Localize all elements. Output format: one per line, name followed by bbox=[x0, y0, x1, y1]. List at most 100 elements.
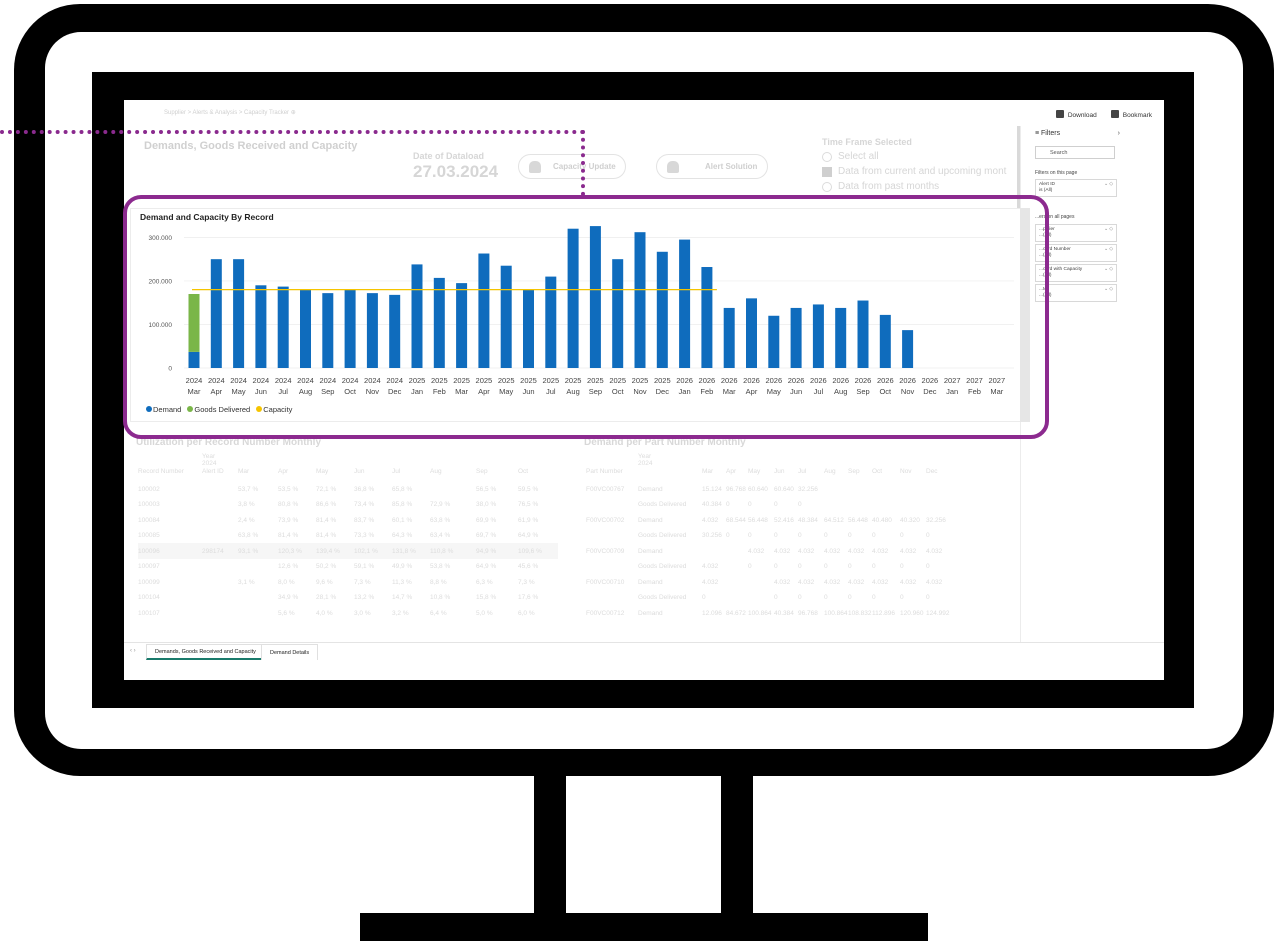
x-tick-month: Nov bbox=[633, 387, 647, 396]
x-tick-month: Mar bbox=[990, 387, 1003, 396]
y-tick-label: 0 bbox=[168, 366, 172, 373]
bar-demand bbox=[389, 294, 401, 368]
demand-capacity-chart: 0 100.000 200.000 300.000 2024 Mar 2024 Apr 2024… bbox=[149, 226, 1014, 396]
bar-demand bbox=[902, 330, 914, 368]
x-tick-year: 2025 bbox=[409, 376, 426, 385]
bar-demand bbox=[701, 267, 713, 368]
x-tick-year: 2026 bbox=[855, 376, 872, 385]
bar-demand bbox=[366, 293, 378, 368]
legend-capacity[interactable]: Capacity bbox=[256, 405, 292, 414]
x-tick-month: May bbox=[499, 387, 513, 396]
bar-demand bbox=[835, 307, 847, 368]
y-tick-label: 200.000 bbox=[149, 278, 173, 285]
x-tick-month: Feb bbox=[700, 387, 713, 396]
x-tick-month: Jun bbox=[522, 387, 534, 396]
bar-demand bbox=[210, 259, 222, 368]
legend-demand[interactable]: Demand bbox=[146, 405, 181, 414]
tab-demand-details[interactable]: Demand Details bbox=[261, 644, 319, 660]
bar-goods-delivered bbox=[188, 294, 200, 352]
bar-demand bbox=[478, 253, 490, 368]
bar-demand bbox=[879, 314, 891, 368]
bar-demand bbox=[679, 239, 691, 368]
legend-goods-delivered[interactable]: Goods Delivered bbox=[187, 405, 250, 414]
bar-demand bbox=[812, 304, 824, 368]
x-tick-year: 2025 bbox=[520, 376, 537, 385]
x-tick-month: Sep bbox=[589, 387, 602, 396]
bar-demand bbox=[523, 289, 534, 368]
x-tick-year: 2026 bbox=[765, 376, 782, 385]
x-tick-year: 2025 bbox=[609, 376, 626, 385]
x-tick-year: 2025 bbox=[498, 376, 515, 385]
bar-demand bbox=[567, 228, 579, 368]
x-tick-year: 2025 bbox=[565, 376, 582, 385]
x-tick-month: Jul bbox=[546, 387, 556, 396]
x-tick-year: 2026 bbox=[721, 376, 738, 385]
x-tick-year: 2026 bbox=[922, 376, 939, 385]
x-tick-month: Sep bbox=[856, 387, 869, 396]
bar-demand bbox=[545, 276, 557, 368]
x-tick-year: 2025 bbox=[476, 376, 493, 385]
x-tick-year: 2025 bbox=[453, 376, 470, 385]
x-tick-year: 2024 bbox=[186, 376, 203, 385]
legend-swatch bbox=[256, 406, 263, 412]
tab-label: Demand Details bbox=[270, 649, 310, 656]
x-tick-month: Oct bbox=[612, 387, 625, 396]
x-tick-year: 2024 bbox=[253, 376, 270, 385]
x-tick-month: Dec bbox=[923, 387, 937, 396]
dotted-connector-vertical bbox=[581, 130, 585, 196]
x-tick-year: 2026 bbox=[699, 376, 716, 385]
chart-legend: Demand Goods Delivered Capacity bbox=[146, 405, 292, 414]
x-tick-month: Dec bbox=[656, 387, 670, 396]
x-tick-year: 2024 bbox=[275, 376, 292, 385]
x-tick-month: Aug bbox=[834, 387, 847, 396]
x-tick-year: 2025 bbox=[587, 376, 604, 385]
tab-demands-goods-capacity[interactable]: Demands, Goods Received and Capacity bbox=[146, 644, 265, 660]
bar-demand bbox=[322, 293, 334, 368]
x-tick-month: Feb bbox=[433, 387, 446, 396]
x-tick-month: Mar bbox=[723, 387, 736, 396]
bar-demand bbox=[656, 251, 668, 368]
x-tick-month: Jul bbox=[278, 387, 288, 396]
x-tick-month: Dec bbox=[388, 387, 402, 396]
x-tick-month: Jan bbox=[679, 387, 691, 396]
x-tick-year: 2025 bbox=[542, 376, 559, 385]
legend-label: Demand bbox=[153, 405, 182, 414]
x-tick-year: 2026 bbox=[877, 376, 894, 385]
x-tick-year: 2024 bbox=[230, 376, 247, 385]
bar-demand bbox=[723, 307, 735, 368]
x-tick-year: 2026 bbox=[743, 376, 760, 385]
x-tick-month: Feb bbox=[968, 387, 981, 396]
x-tick-year: 2026 bbox=[788, 376, 805, 385]
x-tick-year: 2027 bbox=[966, 376, 983, 385]
x-tick-year: 2025 bbox=[654, 376, 671, 385]
x-tick-month: Nov bbox=[366, 387, 380, 396]
x-tick-year: 2024 bbox=[386, 376, 403, 385]
x-tick-year: 2025 bbox=[431, 376, 448, 385]
report-screen: Supplier > Alerts & Analysis > Capacity … bbox=[124, 100, 1164, 680]
tab-nav-arrows[interactable]: ‹ › bbox=[130, 648, 136, 654]
x-tick-month: Mar bbox=[188, 387, 201, 396]
x-tick-year: 2026 bbox=[832, 376, 849, 385]
bar-demand bbox=[500, 265, 512, 368]
x-tick-year: 2024 bbox=[364, 376, 381, 385]
y-tick-label: 300.000 bbox=[149, 235, 173, 242]
x-tick-month: Apr bbox=[746, 387, 758, 396]
x-tick-month: Jun bbox=[255, 387, 267, 396]
bar-demand bbox=[255, 285, 267, 368]
chart-title: Demand and Capacity By Record bbox=[140, 212, 274, 222]
bar-demand bbox=[746, 298, 757, 368]
x-tick-year: 2027 bbox=[988, 376, 1005, 385]
x-tick-year: 2026 bbox=[810, 376, 827, 385]
monitor-illustration: Supplier > Alerts & Analysis > Capacity … bbox=[0, 0, 1286, 941]
bar-demand bbox=[768, 315, 780, 368]
bar-demand bbox=[790, 307, 802, 368]
x-tick-month: Aug bbox=[566, 387, 579, 396]
x-tick-year: 2024 bbox=[319, 376, 336, 385]
x-tick-month: Jan bbox=[946, 387, 958, 396]
bar-demand bbox=[188, 351, 200, 368]
monitor-stand-left bbox=[534, 774, 566, 916]
x-tick-month: Mar bbox=[455, 387, 468, 396]
bar-demand bbox=[233, 259, 245, 368]
y-tick-label: 100.000 bbox=[149, 322, 173, 329]
x-tick-month: Oct bbox=[344, 387, 357, 396]
